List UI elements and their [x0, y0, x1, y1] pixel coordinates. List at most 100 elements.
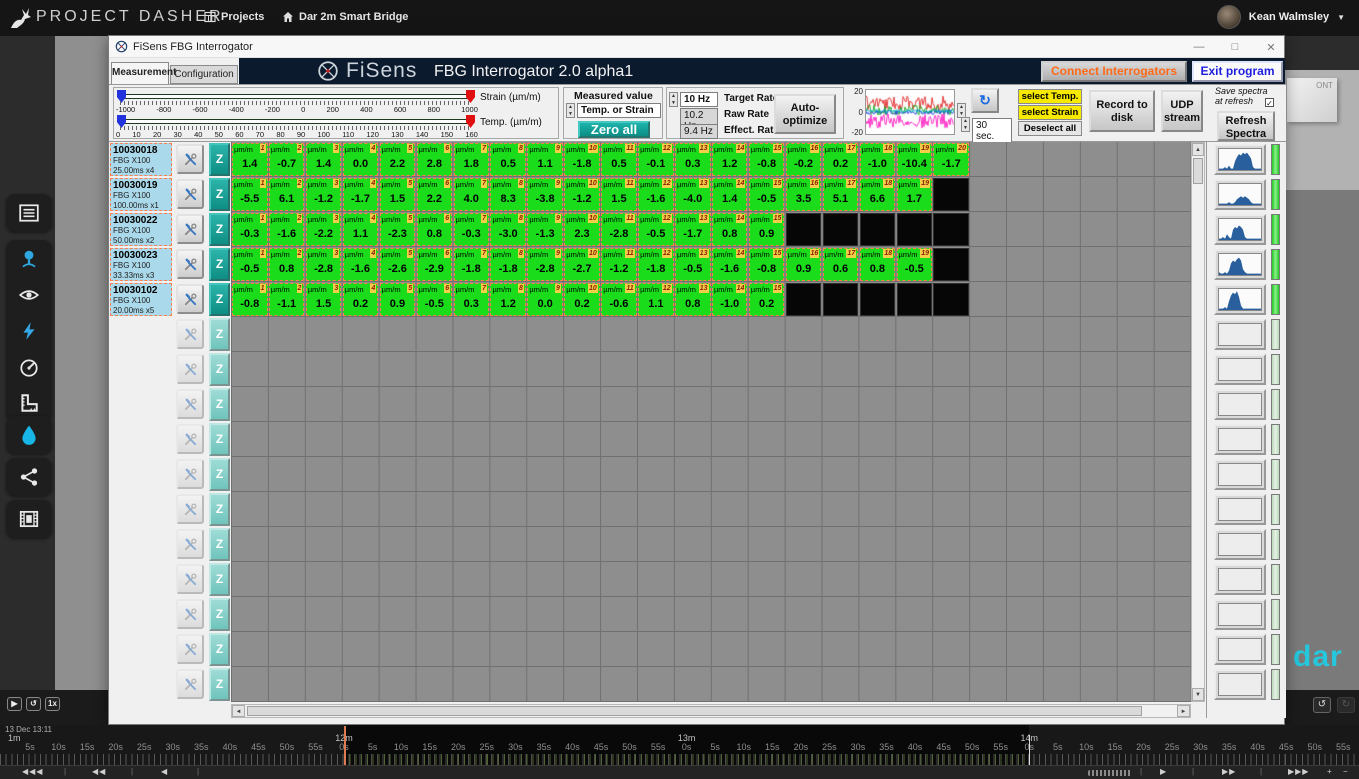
zero-device-button[interactable]: Z — [209, 563, 230, 596]
device-info[interactable]: 10030102FBG X10020.00ms x5 — [110, 283, 172, 316]
play-button[interactable]: ▶ — [7, 697, 22, 711]
measured-value-spinner[interactable]: ▲▼ — [566, 103, 575, 118]
udp-stream-button[interactable]: UDP stream — [1161, 90, 1203, 132]
device-settings-button[interactable] — [176, 494, 204, 524]
loop-button[interactable]: ↺ — [26, 697, 41, 711]
timeline-scrubber[interactable]: ◀◀◀|◀◀|◀||▶|▶▶|▶▶▶+− — [0, 765, 1359, 779]
select-strain-button[interactable]: select Strain — [1018, 105, 1082, 120]
refresh-spectra-button[interactable]: Refresh Spectra — [1217, 111, 1275, 141]
scroll-up-icon[interactable]: ▲ — [1192, 143, 1204, 156]
tab-configuration[interactable]: Configuration — [170, 65, 238, 84]
timeline-undo-button[interactable]: ↺ — [1313, 697, 1331, 713]
temp-slider[interactable] — [120, 119, 472, 124]
select-temp-button[interactable]: select Temp. — [1018, 89, 1082, 104]
device-settings-button[interactable] — [176, 669, 204, 699]
zero-device-button[interactable]: Z — [209, 178, 230, 211]
scrub-fwd-fast[interactable]: ▶▶▶ — [1288, 767, 1309, 776]
zero-device-button[interactable]: Z — [209, 143, 230, 176]
exit-program-button[interactable]: Exit program — [1192, 61, 1283, 82]
view-cube[interactable]: ONT — [1287, 78, 1337, 122]
timeline-redo-button[interactable]: ↻ — [1337, 697, 1355, 713]
nav-projects[interactable]: Projects — [204, 11, 264, 23]
eye-icon[interactable] — [18, 284, 40, 306]
list-icon[interactable] — [18, 202, 40, 224]
device-settings-button[interactable] — [176, 284, 204, 314]
device-settings-button[interactable] — [176, 249, 204, 279]
device-info[interactable]: 10030023FBG X10033.33ms x3 — [110, 248, 172, 281]
zero-device-button[interactable]: Z — [209, 668, 230, 701]
refresh-interval-button[interactable]: ↻ — [971, 88, 999, 113]
connect-interrogators-button[interactable]: Connect Interrogators — [1041, 61, 1187, 82]
zero-all-button[interactable]: Zero all — [578, 121, 650, 138]
zero-device-button[interactable]: Z — [209, 458, 230, 491]
user-menu[interactable]: Kean Walmsley ▼ — [1217, 5, 1345, 29]
device-settings-button[interactable] — [176, 459, 204, 489]
device-settings-button[interactable] — [176, 634, 204, 664]
auto-optimize-button[interactable]: Auto-optimize — [774, 94, 836, 134]
rate-spinner[interactable]: ▲▼ — [669, 92, 678, 107]
zero-device-button[interactable]: Z — [209, 283, 230, 316]
zero-device-button[interactable]: Z — [209, 213, 230, 246]
horizontal-scroll-thumb[interactable] — [247, 706, 1142, 716]
share-icon[interactable] — [18, 466, 40, 488]
record-to-disk-button[interactable]: Record to disk — [1089, 90, 1155, 132]
device-settings-button[interactable] — [176, 389, 204, 419]
minimize-button[interactable]: — — [1192, 41, 1206, 53]
device-settings-button[interactable] — [176, 319, 204, 349]
vertical-scroll-thumb[interactable] — [1193, 158, 1203, 184]
rate-value-field[interactable]: 10 Hz — [680, 92, 718, 107]
zero-device-button[interactable]: Z — [209, 528, 230, 561]
zero-device-button[interactable]: Z — [209, 493, 230, 526]
pin-probe-icon[interactable] — [18, 248, 40, 270]
device-settings-button[interactable] — [176, 599, 204, 629]
noise-chart-spinner[interactable]: ▲▼ — [957, 103, 966, 118]
device-settings-button[interactable] — [176, 564, 204, 594]
device-settings-button[interactable] — [176, 144, 204, 174]
scrub-fwd[interactable]: ▶▶ — [1222, 767, 1236, 776]
scroll-right-icon[interactable]: ► — [1177, 705, 1190, 717]
scroll-down-icon[interactable]: ▼ — [1192, 688, 1204, 701]
device-info[interactable]: 10030018FBG X10025.00ms x4 — [110, 143, 172, 176]
scrub-back-slow[interactable]: ◀ — [161, 767, 168, 776]
zero-device-button[interactable]: Z — [209, 423, 230, 456]
scrubber-dots[interactable] — [1088, 770, 1132, 776]
lightning-icon[interactable] — [18, 320, 40, 342]
zero-device-button[interactable]: Z — [209, 318, 230, 351]
zoom-out[interactable]: − — [1343, 767, 1349, 776]
strain-slider[interactable] — [120, 94, 472, 99]
horizontal-scrollbar[interactable]: ◄ ► — [231, 704, 1191, 718]
zero-device-button[interactable]: Z — [209, 353, 230, 386]
timeline-bar[interactable]: 1m5s10s15s20s25s30s35s40s45s50s55s12m0s5… — [0, 725, 1359, 779]
zoom-in[interactable]: + — [1327, 767, 1333, 776]
film-icon[interactable] — [18, 508, 40, 530]
zero-device-button[interactable]: Z — [209, 388, 230, 421]
scrub-back-fast[interactable]: ◀◀◀ — [22, 767, 43, 776]
device-settings-button[interactable] — [176, 354, 204, 384]
timeline-playhead[interactable] — [344, 726, 346, 765]
interval-field[interactable]: 30 sec. — [972, 118, 1012, 144]
droplet-icon[interactable] — [18, 424, 40, 446]
breadcrumb[interactable]: Dar 2m Smart Bridge — [282, 11, 408, 23]
device-info[interactable]: 10030022FBG X10050.00ms x2 — [110, 213, 172, 246]
speed-button[interactable]: 1x — [45, 697, 60, 711]
maximize-button[interactable]: □ — [1228, 41, 1242, 53]
device-settings-button[interactable] — [176, 179, 204, 209]
interval-spinner[interactable]: ▲▼ — [961, 117, 970, 132]
zero-device-button[interactable]: Z — [209, 633, 230, 666]
device-settings-button[interactable] — [176, 424, 204, 454]
window-title-bar[interactable]: FiSens FBG Interrogator — □ ✕ — [109, 36, 1284, 58]
device-settings-button[interactable] — [176, 214, 204, 244]
device-info[interactable]: 10030019FBG X100100.00ms x1 — [110, 178, 172, 211]
gauge-icon[interactable] — [18, 356, 40, 378]
close-button[interactable]: ✕ — [1264, 41, 1278, 54]
scrub-fwd-slow[interactable]: ▶ — [1160, 767, 1167, 776]
ruler-icon[interactable] — [18, 392, 40, 414]
measured-value-select[interactable]: Temp. or Strain — [577, 103, 661, 118]
device-settings-button[interactable] — [176, 529, 204, 559]
save-spectra-checkbox[interactable]: ✓ — [1265, 98, 1274, 107]
scrub-back[interactable]: ◀◀ — [92, 767, 106, 776]
zero-device-button[interactable]: Z — [209, 598, 230, 631]
scroll-left-icon[interactable]: ◄ — [232, 705, 245, 717]
deselect-all-button[interactable]: Deselect all — [1018, 121, 1082, 136]
vertical-scrollbar[interactable]: ▲ ▼ — [1191, 142, 1205, 702]
